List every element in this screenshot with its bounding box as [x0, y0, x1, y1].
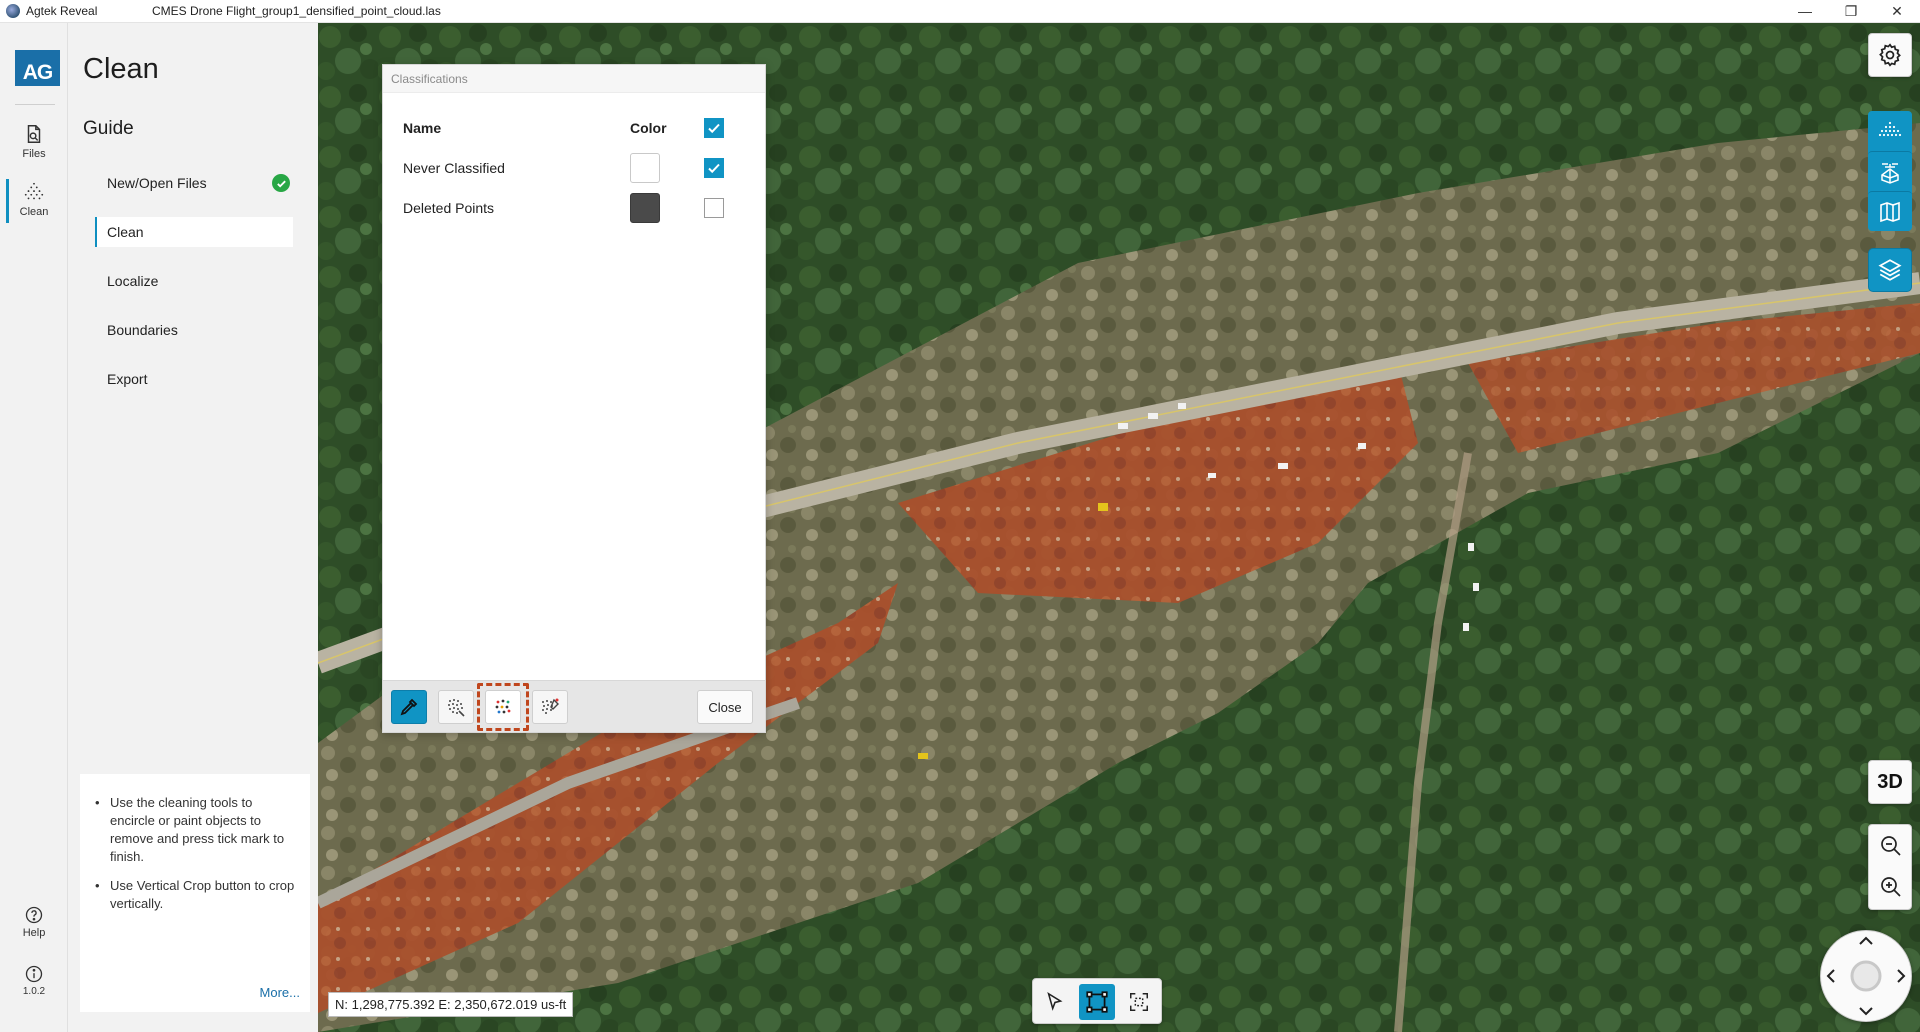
- close-window-button[interactable]: ✕: [1874, 0, 1920, 23]
- coordinate-readout: N: 1,298,775.392 E: 2,350,672.019 us-ft: [328, 992, 574, 1017]
- classifications-header-row: Name Color: [403, 111, 743, 145]
- point-cloud-icon: [24, 182, 44, 199]
- rail-item-label: Files: [22, 147, 46, 160]
- classification-name: Never Classified: [403, 160, 505, 176]
- rail-item-label: Clean: [19, 205, 49, 218]
- classify-points-tool-button[interactable]: [485, 690, 521, 724]
- map-view-button[interactable]: [1868, 191, 1912, 231]
- point-cloud-view-button[interactable]: [1868, 111, 1912, 151]
- app-name: Agtek Reveal: [26, 4, 98, 18]
- guide-step-label: Clean: [107, 224, 144, 240]
- rail-item-files[interactable]: Files: [0, 115, 68, 167]
- classifications-dialog: Classifications Name Color Never Classif…: [382, 64, 766, 733]
- chevron-left-icon: [1826, 969, 1835, 983]
- color-swatch[interactable]: [630, 193, 660, 223]
- about-button[interactable]: 1.0.2: [0, 964, 68, 997]
- close-dialog-button[interactable]: Close: [697, 690, 753, 724]
- zoom-in-button[interactable]: [1879, 875, 1903, 904]
- pan-right-button[interactable]: [1897, 969, 1906, 983]
- guide-step-localize[interactable]: Localize: [95, 266, 293, 296]
- tip-item: Use the cleaning tools to encircle or pa…: [90, 794, 300, 866]
- zoom-out-button[interactable]: [1879, 834, 1903, 863]
- dialog-title: Classifications: [391, 72, 468, 86]
- orbit-handle[interactable]: [1850, 960, 1882, 992]
- classification-row-never-classified[interactable]: Never Classified: [403, 151, 743, 185]
- classification-row-deleted-points[interactable]: Deleted Points: [403, 191, 743, 225]
- gear-icon: [1879, 43, 1901, 67]
- help-label: Help: [22, 927, 46, 939]
- cleaning-toolbar: Close: [383, 680, 765, 732]
- column-header-color: Color: [630, 120, 667, 136]
- left-rail: AG Files Clean Help 1.0.2: [0, 23, 68, 1032]
- maximize-button[interactable]: ❐: [1828, 0, 1874, 23]
- drone-icon: [1881, 162, 1899, 184]
- guide-step-clean[interactable]: Clean: [95, 217, 293, 247]
- version-label: 1.0.2: [22, 986, 46, 997]
- agtek-logo: AG: [15, 50, 60, 86]
- paint-select-tool-button[interactable]: [532, 690, 568, 724]
- guide-step-label: Boundaries: [107, 322, 178, 338]
- lasso-points-icon: [448, 699, 465, 717]
- zoom-in-icon: [1881, 877, 1901, 897]
- vertical-crop-tool-button[interactable]: [1121, 984, 1157, 1020]
- guide-heading: Guide: [83, 118, 134, 139]
- map-icon: [1880, 201, 1900, 222]
- divider: [15, 104, 55, 105]
- zoom-out-icon: [1881, 836, 1901, 856]
- info-icon: [25, 965, 43, 983]
- pointer-tool-button[interactable]: [1037, 984, 1073, 1020]
- pan-up-button[interactable]: [1859, 936, 1873, 945]
- help-icon: [25, 906, 43, 924]
- guide-panel: Clean Guide New/Open Files Clean Localiz…: [68, 23, 318, 1032]
- document-name: CMES Drone Flight_group1_densified_point…: [152, 4, 441, 18]
- eyedropper-icon: [400, 698, 418, 716]
- guide-step-export[interactable]: Export: [95, 364, 293, 394]
- rail-item-clean[interactable]: Clean: [0, 173, 68, 225]
- more-link[interactable]: More...: [260, 984, 300, 1002]
- selection-toolbar: [1032, 978, 1162, 1024]
- cursor-icon: [1047, 992, 1063, 1011]
- navigation-pad: [1820, 930, 1912, 1022]
- layers-icon: [1878, 259, 1902, 281]
- column-header-name: Name: [403, 120, 442, 136]
- settings-button[interactable]: [1868, 33, 1912, 77]
- eyedropper-tool-button[interactable]: [391, 690, 427, 724]
- guide-step-new-open-files[interactable]: New/Open Files: [95, 168, 293, 198]
- lasso-select-tool-button[interactable]: [438, 690, 474, 724]
- brush-points-icon: [542, 698, 559, 714]
- classification-name: Deleted Points: [403, 200, 495, 216]
- view-mode-3d-button[interactable]: 3D: [1868, 760, 1912, 804]
- visibility-checkbox[interactable]: [704, 158, 724, 178]
- visibility-checkbox[interactable]: [704, 198, 724, 218]
- tips-panel: Use the cleaning tools to encircle or pa…: [80, 774, 310, 1012]
- zoom-controls: [1868, 824, 1912, 910]
- page-title: Clean: [83, 53, 159, 85]
- drone-imagery-button[interactable]: [1868, 151, 1912, 191]
- layers-button[interactable]: [1868, 248, 1912, 292]
- title-bar: Agtek Reveal CMES Drone Flight_group1_de…: [0, 0, 1920, 23]
- guide-step-label: Localize: [107, 273, 159, 289]
- help-button[interactable]: Help: [0, 905, 68, 939]
- chevron-up-icon: [1859, 936, 1873, 945]
- app-logo-icon: [6, 4, 20, 18]
- colored-points-icon: [495, 699, 511, 714]
- file-icon: [27, 124, 41, 143]
- select-all-checkbox[interactable]: [704, 118, 724, 138]
- crop-icon: [1130, 993, 1148, 1011]
- chevron-right-icon: [1897, 969, 1906, 983]
- tip-item: Use Vertical Crop button to crop vertica…: [90, 877, 300, 913]
- minimize-button[interactable]: —: [1782, 0, 1828, 23]
- point-cloud-icon: [1878, 121, 1902, 137]
- guide-step-boundaries[interactable]: Boundaries: [95, 315, 293, 345]
- color-swatch[interactable]: [630, 153, 660, 183]
- view-layers-group: [1868, 111, 1912, 231]
- pan-down-button[interactable]: [1859, 1007, 1873, 1016]
- box-select-icon: [1086, 991, 1108, 1013]
- guide-step-label: Export: [107, 371, 148, 387]
- box-select-tool-button[interactable]: [1079, 984, 1115, 1020]
- check-circle-icon: [272, 174, 290, 192]
- guide-step-label: New/Open Files: [107, 175, 207, 191]
- pan-left-button[interactable]: [1826, 969, 1835, 983]
- chevron-down-icon: [1859, 1007, 1873, 1016]
